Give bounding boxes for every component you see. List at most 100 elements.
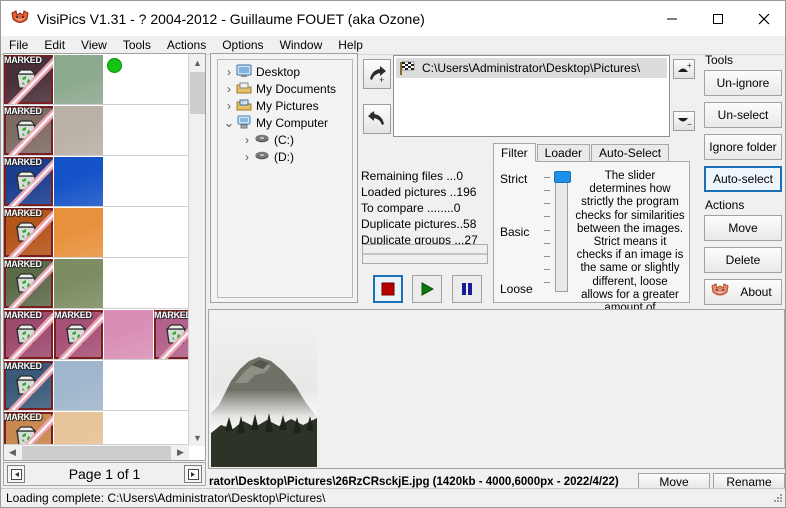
menu-item-view[interactable]: View (73, 36, 115, 54)
recycle-bin-icon (14, 272, 38, 294)
tree-item-my-pictures[interactable]: ›My Pictures (220, 97, 350, 114)
thumbnail-list[interactable]: MARKEDMARKEDMARKEDMARKEDMARKEDMARKEDMARK… (4, 54, 189, 446)
folder-path-row[interactable]: C:\Users\Administrator\Desktop\Pictures\ (396, 58, 667, 78)
play-button[interactable] (412, 275, 442, 303)
tab-loader[interactable]: Loader (537, 144, 590, 162)
thumbnail-item[interactable]: MARKED (54, 310, 103, 359)
tree-item-label: (C:) (274, 133, 294, 147)
marked-label: MARKED (4, 310, 53, 320)
auto-select-button[interactable]: Auto-select (704, 166, 782, 192)
duplicate-group-row[interactable]: MARKED (4, 105, 189, 156)
thumbnail-item[interactable]: MARKED (4, 310, 53, 359)
scroll-left-icon[interactable]: ◀ (4, 445, 21, 460)
duplicate-groups-panel[interactable]: MARKEDMARKEDMARKEDMARKEDMARKEDMARKEDMARK… (3, 53, 206, 461)
menu-item-options[interactable]: Options (214, 36, 271, 54)
tools-actions-panel: Tools Un-ignore Un-select Ignore folder … (701, 53, 785, 303)
tab-filter[interactable]: Filter (493, 143, 536, 162)
duplicate-group-row[interactable]: MARKED (4, 258, 189, 309)
tree-item-d[interactable]: ›(D:) (220, 148, 350, 165)
move-folder-down-button[interactable]: − (673, 111, 695, 131)
maximize-button[interactable] (695, 1, 741, 36)
recycle-bin-icon (64, 323, 88, 345)
thumbnail-item[interactable] (104, 310, 153, 359)
recycle-bin-icon (14, 374, 38, 396)
duplicate-group-row[interactable]: MARKED (4, 207, 189, 258)
add-folder-button[interactable]: + (363, 59, 391, 89)
thumbnail-item[interactable]: MARKED (4, 106, 53, 155)
scroll-up-icon[interactable]: ▲ (189, 54, 206, 71)
duplicate-group-row[interactable]: MARKED (4, 411, 189, 446)
folder-tree-panel[interactable]: ›Desktop›My Documents›My Pictures⌄My Com… (210, 53, 358, 303)
scroll-down-icon[interactable]: ▼ (189, 429, 206, 446)
marked-label: MARKED (4, 106, 53, 116)
thumbnail-item[interactable]: MARKED (4, 412, 53, 446)
thumbnail-item[interactable]: MARKED (4, 361, 53, 410)
thumbnail-item[interactable] (54, 412, 103, 446)
about-button[interactable]: About (704, 279, 782, 305)
chevron-right-icon[interactable]: › (222, 65, 236, 79)
duplicate-group-row[interactable]: MARKED (4, 360, 189, 411)
un-ignore-button[interactable]: Un-ignore (704, 70, 782, 96)
chevron-right-icon[interactable]: › (240, 133, 254, 147)
vertical-scroll-thumb[interactable] (190, 72, 205, 114)
tree-item-my-documents[interactable]: ›My Documents (220, 80, 350, 97)
move-folder-up-button[interactable]: + (673, 59, 695, 79)
menu-item-window[interactable]: Window (272, 36, 331, 54)
recycle-bin-icon (14, 170, 38, 192)
thumbnail-item[interactable]: MARKED (4, 157, 53, 206)
thumbnail-item[interactable] (54, 259, 103, 308)
duplicate-group-row[interactable]: MARKED (4, 54, 189, 105)
tree-item-desktop[interactable]: ›Desktop (220, 63, 350, 80)
strictness-slider-thumb[interactable] (554, 171, 571, 183)
thumbnail-item[interactable]: MARKED (154, 310, 189, 359)
next-page-button[interactable] (184, 465, 202, 483)
thumbnail-item[interactable] (54, 157, 103, 206)
thumbnail-item[interactable] (54, 106, 103, 155)
thumbnail-vertical-scrollbar[interactable]: ▲ ▼ (188, 54, 205, 446)
progress-fill (363, 253, 487, 255)
thumbnail-item[interactable]: MARKED (4, 55, 53, 104)
window-controls (649, 1, 786, 36)
svg-text:+: + (687, 62, 692, 70)
scroll-right-icon[interactable]: ▶ (172, 445, 189, 460)
marked-label: MARKED (4, 412, 53, 422)
thumbnail-item[interactable] (54, 361, 103, 410)
actions-group-label: Actions (705, 198, 785, 212)
tree-item-c[interactable]: › (C:) (220, 131, 350, 148)
thumbnail-item[interactable]: MARKED (4, 259, 53, 308)
tree-item-my-computer[interactable]: ⌄My Computer (220, 114, 350, 131)
thumbnail-item[interactable] (54, 55, 103, 104)
duplicate-group-row[interactable]: MARKEDMARKEDMARKED (4, 309, 189, 360)
un-select-button[interactable]: Un-select (704, 102, 782, 128)
thumbnail-horizontal-scrollbar[interactable]: ◀ ▶ (4, 444, 189, 460)
duplicate-group-row[interactable]: MARKED (4, 156, 189, 207)
menu-item-edit[interactable]: Edit (36, 36, 73, 54)
minimize-button[interactable] (649, 1, 695, 36)
group-status-dot (107, 58, 122, 73)
selected-folders-list[interactable]: C:\Users\Administrator\Desktop\Pictures\ (393, 55, 670, 137)
folder-tree[interactable]: ›Desktop›My Documents›My Pictures⌄My Com… (217, 59, 353, 298)
menu-item-help[interactable]: Help (330, 36, 371, 54)
chevron-right-icon[interactable]: › (240, 150, 254, 164)
resize-grip[interactable] (772, 492, 784, 504)
chevron-right-icon[interactable]: › (222, 99, 236, 113)
ignore-folder-button[interactable]: Ignore folder (704, 134, 782, 160)
chevron-down-icon[interactable]: ⌄ (222, 119, 236, 127)
pause-button[interactable] (452, 275, 482, 303)
preview-panel[interactable] (208, 309, 785, 469)
menu-item-file[interactable]: File (1, 36, 36, 54)
menu-item-tools[interactable]: Tools (115, 36, 159, 54)
horizontal-scroll-thumb[interactable] (22, 446, 171, 460)
close-button[interactable] (741, 1, 786, 36)
stop-button[interactable] (373, 275, 403, 303)
thumbnail-item[interactable] (54, 208, 103, 257)
strictness-slider-track[interactable] (555, 174, 568, 292)
tab-auto-select[interactable]: Auto-Select (591, 144, 669, 162)
chevron-right-icon[interactable]: › (222, 82, 236, 96)
menu-item-actions[interactable]: Actions (159, 36, 214, 54)
previous-page-button[interactable] (7, 465, 25, 483)
thumbnail-item[interactable]: MARKED (4, 208, 53, 257)
remove-folder-button[interactable]: − (363, 104, 391, 134)
delete-button[interactable]: Delete (704, 247, 782, 273)
move-button[interactable]: Move (704, 215, 782, 241)
